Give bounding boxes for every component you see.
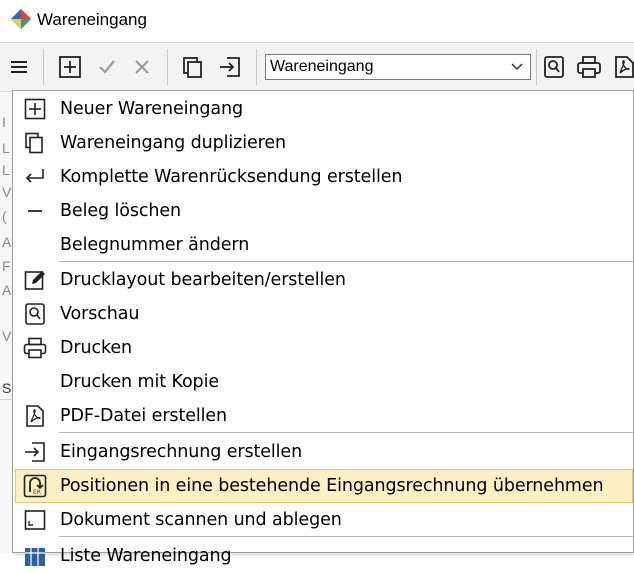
background-glyph: L — [2, 140, 10, 156]
menu-item-new[interactable]: Neuer Wareneingang — [15, 92, 633, 126]
menu-item-label: Neuer Wareneingang — [60, 99, 244, 119]
menu-item-pdf[interactable]: PDF-Datei erstellen — [15, 399, 633, 433]
plus-box-icon — [59, 56, 81, 78]
title-bar: Wareneingang — [0, 0, 634, 42]
background-glyph: V — [2, 328, 12, 344]
printer-icon — [577, 56, 601, 78]
cancel-button[interactable] — [128, 53, 156, 81]
menu-item-label: Eingangsrechnung erstellen — [60, 442, 303, 462]
menu-item-print[interactable]: Drucken — [15, 331, 633, 365]
toolbar-separator — [536, 49, 537, 85]
background-glyph: F — [2, 258, 11, 274]
check-icon — [99, 60, 115, 74]
pdf-icon — [615, 56, 634, 78]
menu-item-scan[interactable]: Dokument scannen und ablegen — [15, 503, 633, 537]
svg-text:ER: ER — [33, 489, 41, 496]
menu-item-label: Vorschau — [60, 304, 140, 324]
menu-item-label: Komplette Warenrücksendung erstellen — [60, 167, 403, 187]
menu-separator — [59, 536, 633, 537]
background-glyph: S — [2, 380, 12, 396]
import-icon — [23, 440, 47, 464]
minus-icon — [23, 199, 47, 223]
background-glyph: I — [2, 114, 6, 130]
menu-item-transfer-positions[interactable]: ER Positionen in eine bestehende Eingang… — [15, 469, 633, 503]
new-button[interactable] — [56, 53, 84, 81]
background-glyph: L — [2, 162, 10, 178]
toolbar-separator — [256, 49, 257, 85]
list-icon — [23, 544, 47, 568]
toolbar-separator — [167, 49, 168, 85]
menu-item-change-number[interactable]: Belegnummer ändern — [15, 228, 633, 262]
plus-box-icon — [23, 97, 47, 121]
copy-icon — [183, 57, 202, 78]
duplicate-button[interactable] — [179, 53, 207, 81]
chevron-down-icon — [511, 63, 523, 71]
scan-icon — [23, 508, 47, 532]
menu-item-label: Positionen in eine bestehende Eingangsre… — [60, 476, 604, 496]
confirm-button[interactable] — [93, 53, 121, 81]
return-arrow-icon — [23, 165, 47, 189]
hamburger-menu-button[interactable] — [5, 53, 33, 81]
menu-item-delete[interactable]: Beleg löschen — [15, 194, 633, 228]
background-divider — [0, 399, 12, 400]
printer-icon — [23, 336, 47, 360]
hamburger-dropdown-menu: Neuer Wareneingang Wareneingang duplizie… — [12, 90, 634, 566]
menu-item-create-invoice[interactable]: Eingangsrechnung erstellen — [15, 435, 633, 469]
app-logo-icon — [11, 9, 31, 29]
menu-item-label: Drucken — [60, 338, 133, 358]
print-button[interactable] — [575, 53, 603, 81]
import-button[interactable] — [216, 53, 244, 81]
menu-item-list[interactable]: Liste Wareneingang — [15, 539, 633, 573]
background-glyph: A — [2, 234, 12, 250]
pdf-button[interactable] — [610, 53, 634, 81]
document-type-select-value: Wareneingang — [270, 58, 374, 75]
menu-item-print-layout[interactable]: Drucklayout bearbeiten/erstellen — [15, 263, 633, 297]
menu-item-label: Drucken mit Kopie — [60, 372, 219, 392]
document-type-select[interactable]: Wareneingang — [265, 54, 531, 80]
menu-item-label: Liste Wareneingang — [60, 546, 232, 566]
close-icon — [135, 60, 149, 74]
menu-item-return[interactable]: Komplette Warenrücksendung erstellen — [15, 160, 633, 194]
menu-item-label: Wareneingang duplizieren — [60, 133, 287, 153]
menu-item-label: PDF-Datei erstellen — [60, 406, 228, 426]
edit-icon — [23, 268, 47, 292]
preview-icon — [544, 56, 564, 78]
menu-item-label: Drucklayout bearbeiten/erstellen — [60, 270, 346, 290]
menu-item-print-copy[interactable]: Drucken mit Kopie — [15, 365, 633, 399]
menu-item-preview[interactable]: Vorschau — [15, 297, 633, 331]
preview-button[interactable] — [540, 53, 568, 81]
preview-icon — [23, 302, 47, 326]
window-title: Wareneingang — [37, 10, 147, 29]
background-glyph: A — [2, 282, 12, 298]
import-icon — [220, 57, 240, 77]
background-glyph: V — [2, 184, 12, 200]
background-form-strip: I L L V ( A F A V S — [0, 92, 12, 553]
hamburger-icon — [11, 61, 27, 73]
menu-item-label: Beleg löschen — [60, 201, 182, 221]
menu-item-label: Belegnummer ändern — [60, 235, 250, 255]
menu-item-label: Dokument scannen und ablegen — [60, 510, 342, 530]
toolbar-separator — [43, 49, 44, 85]
pdf-icon — [23, 404, 47, 428]
invoice-transfer-icon: ER — [23, 474, 47, 498]
background-glyph: ( — [2, 208, 7, 224]
menu-separator — [59, 261, 633, 262]
copy-icon — [23, 131, 47, 155]
menu-separator — [59, 432, 633, 433]
menu-item-duplicate[interactable]: Wareneingang duplizieren — [15, 126, 633, 160]
